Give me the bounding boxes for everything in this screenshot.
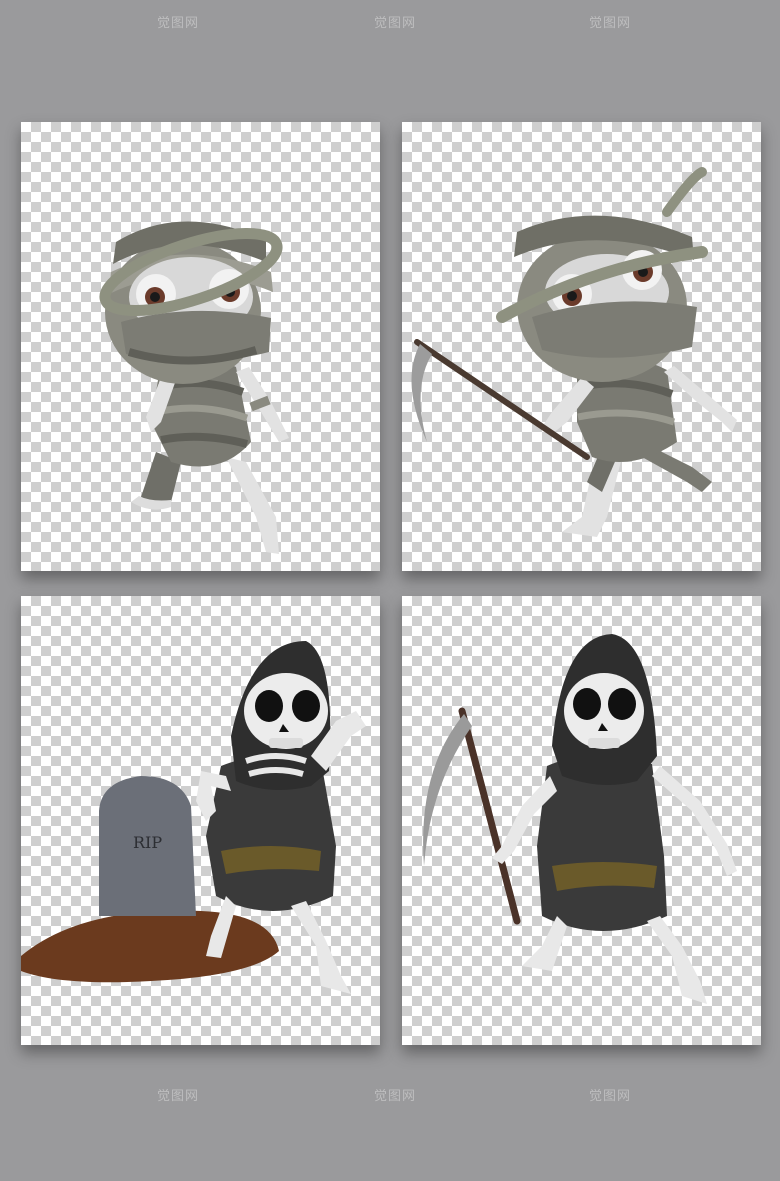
watermark-text: 觉图网 — [588, 16, 631, 31]
watermark-text: 觉图网 — [373, 1089, 416, 1104]
card-mummy-with-scythe — [402, 122, 761, 571]
mummy-standing-illustration — [99, 221, 289, 554]
card-grim-reaper-at-grave: RIP — [21, 596, 380, 1045]
image-canvas: 觉图网 觉图网 觉图网 觉图网 觉图网 觉图网 RIP — [0, 0, 780, 1181]
tombstone-text: RIP — [133, 833, 162, 852]
grim-reaper-scythe-illustration — [423, 634, 737, 1004]
watermark-text: 觉图网 — [156, 1089, 199, 1104]
mummy-with-scythe-illustration — [411, 167, 737, 537]
grim-reaper-grave-illustration: RIP — [21, 641, 366, 994]
soil-mound — [21, 910, 279, 983]
card-mummy-standing — [21, 122, 380, 571]
watermark-text: 觉图网 — [156, 16, 199, 31]
watermark-text: 觉图网 — [373, 16, 416, 31]
card-grim-reaper-with-scythe — [402, 596, 761, 1045]
watermark-text: 觉图网 — [588, 1089, 631, 1104]
